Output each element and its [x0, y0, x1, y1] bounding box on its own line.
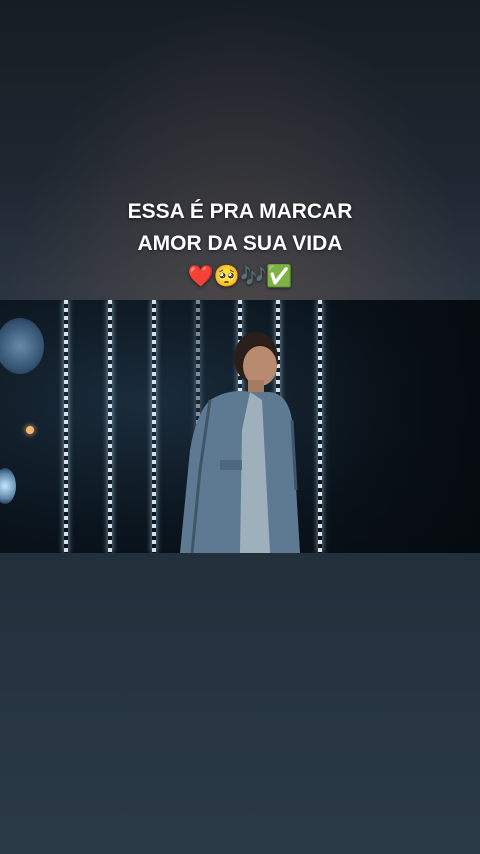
empty-background-area — [0, 553, 480, 854]
stage-shadow — [330, 300, 480, 553]
stage-spotlight-icon — [26, 426, 34, 434]
led-light-strip — [108, 300, 112, 553]
led-light-strip — [64, 300, 68, 553]
caption-line-2: AMOR DA SUA VIDA — [137, 232, 343, 255]
led-light-strip — [318, 300, 322, 553]
video-player[interactable] — [0, 300, 480, 553]
caption-line-1: ESSA É PRA MARCAR — [127, 200, 353, 223]
performer-figure — [180, 332, 300, 553]
led-light-strip — [152, 300, 156, 553]
video-caption: ESSA É PRA MARCAR AMOR DA SUA VIDA ❤️🥺🎶✅ — [0, 196, 480, 293]
caption-emojis: ❤️🥺🎶✅ — [187, 265, 293, 288]
